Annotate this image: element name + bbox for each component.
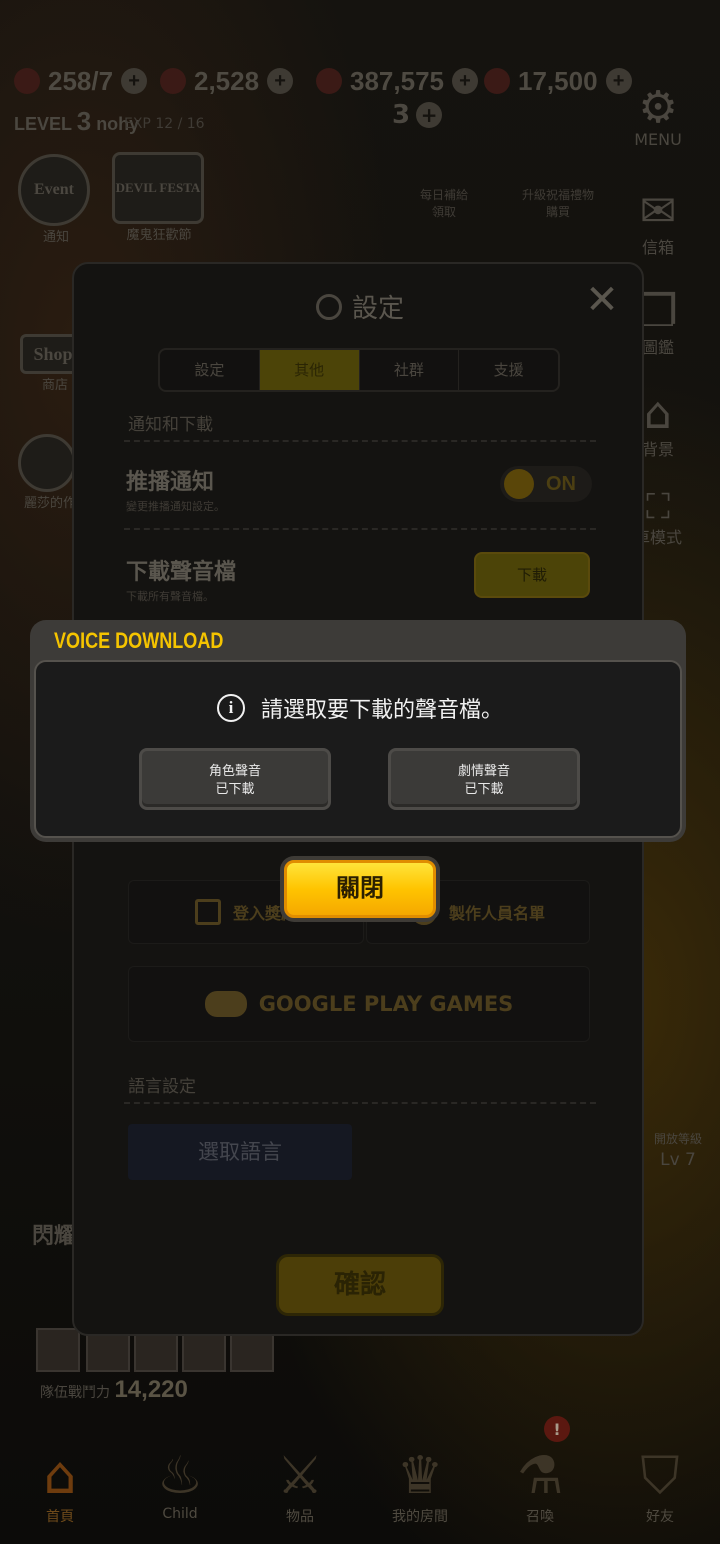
player-level: LEVEL 3 nohy: [14, 106, 140, 136]
settings-close-icon[interactable]: ✕: [582, 280, 622, 320]
flame-icon: ♨: [156, 1446, 204, 1506]
add-stamina-icon[interactable]: +: [416, 102, 443, 128]
settings-tabs: 設定 其他 社群 支援: [158, 348, 560, 392]
gamepad-icon: [204, 991, 247, 1017]
resource-keys[interactable]: 258/7 +: [14, 62, 148, 100]
alert-badge: !: [544, 1416, 570, 1442]
team-member-thumb[interactable]: [36, 1328, 80, 1372]
nav-summon[interactable]: ! ⚗ 召喚: [480, 1416, 600, 1544]
shield-icon: ⛉: [640, 1446, 680, 1506]
mail-icon: ✉: [639, 186, 677, 237]
gem-icon: [160, 68, 186, 94]
locked-level: Lv 7: [660, 1150, 696, 1170]
stamina[interactable]: 3 +: [392, 100, 443, 130]
section-language: 語言設定: [128, 1077, 196, 1097]
google-play-games-button[interactable]: GOOGLE PLAY GAMES: [128, 966, 590, 1042]
character-voice-button[interactable]: 角色聲音 已下載: [139, 748, 331, 810]
tab-settings[interactable]: 設定: [160, 350, 260, 390]
locked-label: 開放等級: [653, 1132, 702, 1146]
add-gold-icon[interactable]: +: [451, 68, 478, 94]
nav-child[interactable]: ♨ Child: [120, 1430, 240, 1544]
divider: [124, 440, 596, 442]
push-notify-toggle[interactable]: ON: [500, 466, 592, 502]
confirm-button[interactable]: 確認: [276, 1254, 444, 1316]
sword-shield-icon: ⚔: [276, 1446, 324, 1506]
devil-festa-button[interactable]: DEVIL FESTA 魔鬼狂歡節: [112, 152, 206, 243]
dialog-message: i 請選取要下載的聲音檔。: [0, 692, 720, 724]
mailbox-button[interactable]: ✉ 信箱: [612, 190, 704, 258]
nav-friends[interactable]: ⛉ 好友: [600, 1430, 720, 1544]
add-keys-icon[interactable]: +: [121, 68, 148, 94]
menu-button[interactable]: ⚙ MENU: [612, 82, 704, 150]
section-notify-download: 通知和下載: [128, 415, 213, 435]
download-button[interactable]: 下載: [474, 552, 590, 598]
key-icon: [14, 68, 40, 94]
voice-download-title: 下載聲音檔: [126, 560, 237, 585]
potion-icon: ⚗: [516, 1446, 564, 1506]
nav-home[interactable]: ⌂ 首頁: [0, 1430, 120, 1544]
resource-gems[interactable]: 2,528 +: [160, 62, 294, 100]
story-voice-button[interactable]: 劇情聲音 已下載: [388, 748, 580, 810]
add-gems-icon[interactable]: +: [267, 68, 294, 94]
team-power: 隊伍戰鬥力 14,220: [40, 1376, 188, 1403]
resource-tickets[interactable]: 17,500 +: [484, 62, 632, 100]
push-notify-subtitle: 變更推播通知設定。: [126, 500, 225, 513]
info-icon: i: [216, 694, 245, 722]
event-button[interactable]: Event 通知: [18, 154, 94, 245]
nav-my-room[interactable]: ♛ 我的房間: [360, 1430, 480, 1544]
nav-items[interactable]: ⚔ 物品: [240, 1430, 360, 1544]
tab-community[interactable]: 社群: [360, 350, 460, 390]
divider: [124, 528, 596, 530]
level-blessing-label[interactable]: 升級祝福禮物 購買: [518, 186, 598, 220]
voice-download-subtitle: 下載所有聲音檔。: [126, 590, 214, 603]
tab-other[interactable]: 其他: [259, 350, 360, 390]
character-avatar: [18, 434, 76, 492]
settings-gear-icon: [315, 293, 342, 320]
gear-icon: ⚙: [638, 82, 678, 133]
flash-label: 閃耀: [32, 1224, 77, 1249]
language-select[interactable]: 選取語言: [128, 1124, 352, 1180]
divider: [124, 1102, 596, 1104]
home-icon: ⌂: [43, 1446, 77, 1506]
dialog-body: [34, 660, 682, 838]
dialog-close-button[interactable]: 關閉: [280, 856, 440, 922]
dialog-title: VOICE DOWNLOAD: [54, 628, 224, 653]
calendar-icon: [194, 899, 221, 925]
crown-icon: ♛: [396, 1446, 444, 1506]
coin-icon: [316, 68, 342, 94]
resource-gold[interactable]: 387,575 +: [316, 62, 478, 100]
toggle-knob: [504, 469, 534, 499]
tab-support[interactable]: 支援: [459, 350, 558, 390]
daily-supply-label[interactable]: 每日補給 領取: [416, 186, 472, 220]
push-notify-title: 推播通知: [126, 470, 215, 495]
ticket-icon: [484, 68, 510, 94]
bottom-nav: ⌂ 首頁 ♨ Child ⚔ 物品 ♛ 我的房間 ! ⚗ 召喚 ⛉ 好友: [0, 1416, 720, 1544]
exp-text: EXP 12 / 16: [124, 116, 205, 132]
